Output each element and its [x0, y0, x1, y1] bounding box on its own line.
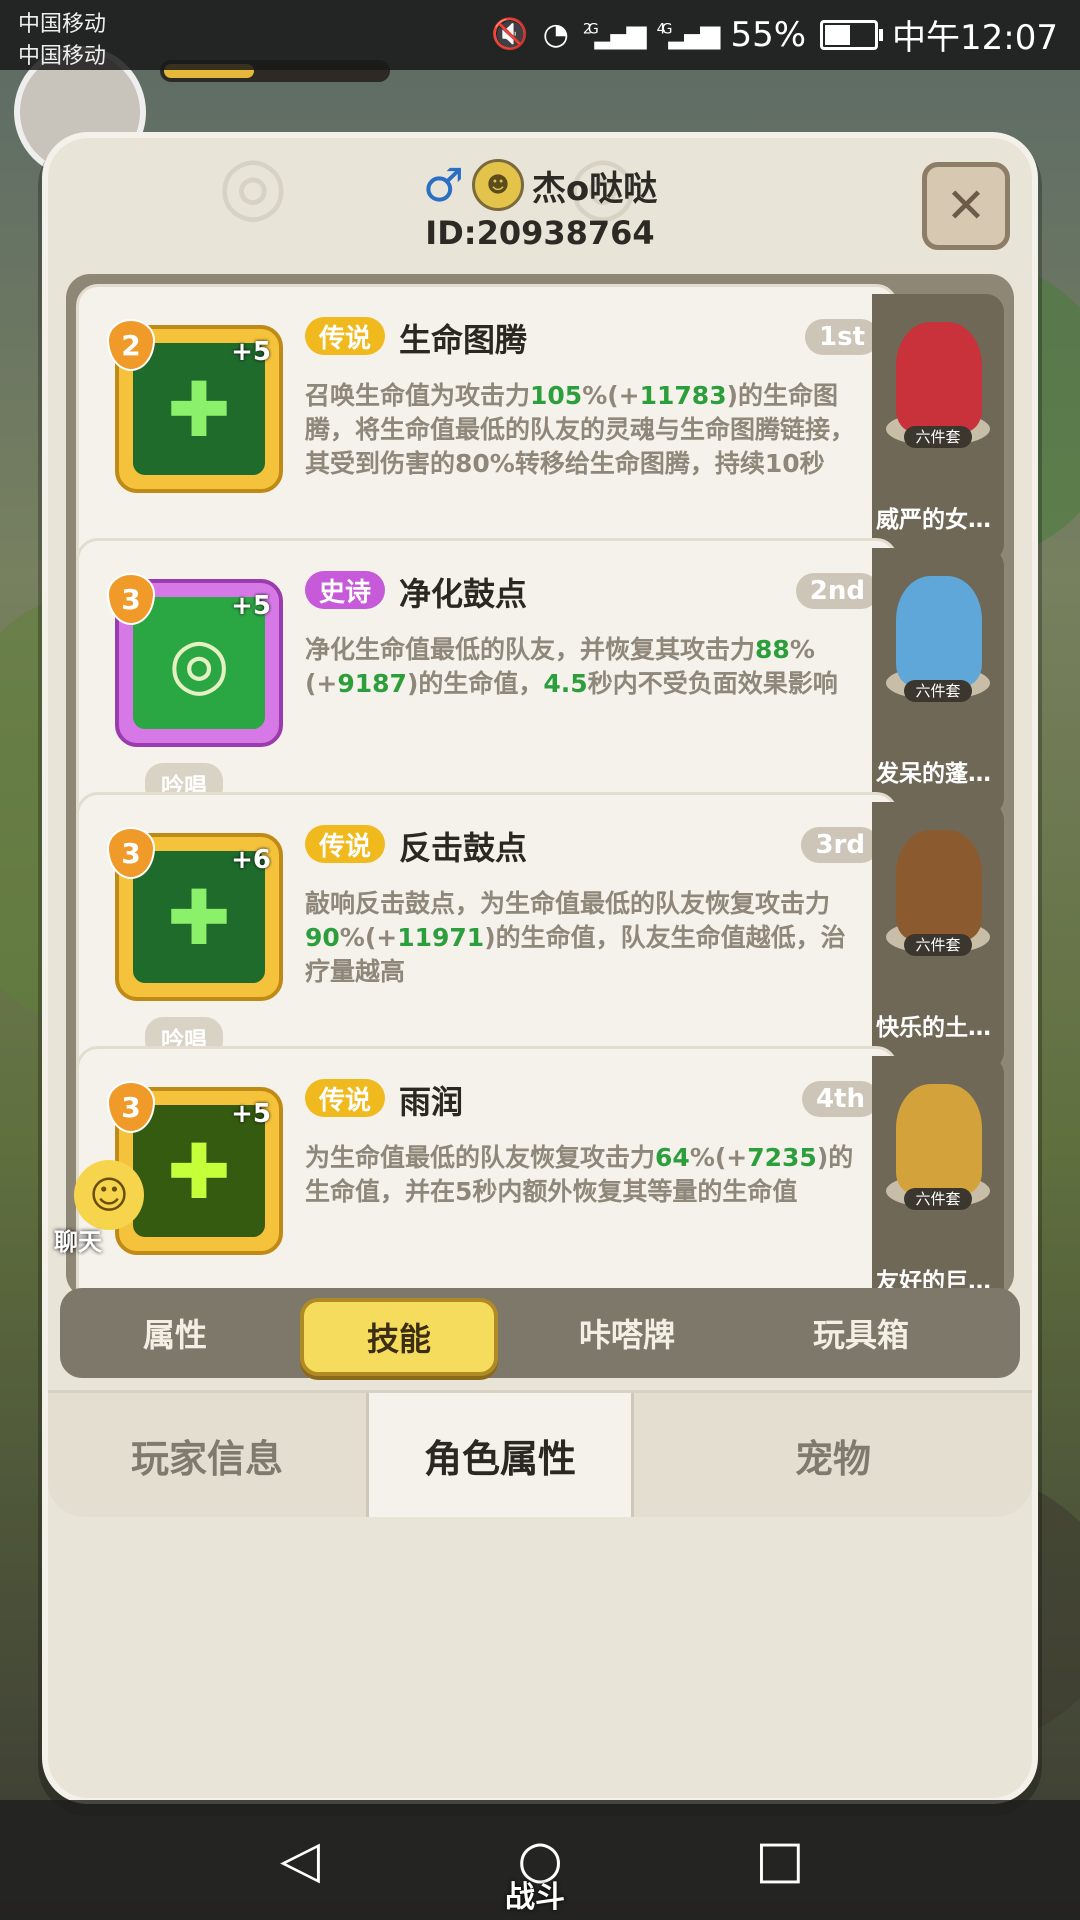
skill-number: 9187	[337, 669, 407, 698]
skill-text: %(+	[582, 381, 640, 410]
player-profile-dialog: ◎ ◎ ♂ ☻ 杰o哒哒 ID:20938764 ✕ ✚ 2 +5 传说 生命图…	[48, 138, 1032, 1798]
status-bar: 中国移动 中国移动 🔇 ◔ 2G▂▄▆ 4G▂▄▆ 55% 中午12:07	[0, 0, 1080, 70]
skill-list[interactable]: ✚ 2 +5 传说 生命图腾 1st 召唤生命值为攻击力105%(+11783)…	[66, 274, 1014, 1340]
skill-description: 召唤生命值为攻击力105%(+11783)的生命图腾，将生命值最低的队友的灵魂与…	[305, 379, 865, 481]
bottom-tab-bar: 玩家信息 角色属性 宠物	[48, 1390, 1032, 1517]
wifi-icon: ◔	[542, 17, 569, 52]
skill-title: 生命图腾	[399, 321, 528, 359]
pet-figure-icon	[896, 322, 982, 432]
signal-4g-icon: 4G▂▄▆	[656, 19, 721, 50]
skill-title: 反击鼓点	[399, 829, 528, 867]
rarity-badge: 传说	[305, 317, 386, 355]
skill-number: 105	[530, 381, 583, 410]
skill-number: 11783	[639, 381, 727, 410]
pet-slot[interactable]: 六件套 友好的巨…	[872, 1056, 1004, 1324]
pet-set-tag: 六件套	[904, 934, 972, 956]
skill-icon[interactable]: ✚ 3 +6	[107, 827, 283, 1001]
skill-plus-level: +5	[231, 337, 271, 367]
skill-order-badge: 3rd	[801, 827, 879, 863]
skill-card[interactable]: ✚ 3 +6 传说 反击鼓点 3rd 敲响反击鼓点，为生命值最低的队友恢复攻击力…	[76, 792, 898, 1086]
tab-divider	[366, 1393, 369, 1517]
skill-description: 净化生命值最低的队友，并恢复其攻击力88%(+9187)的生命值，4.5秒内不受…	[305, 633, 865, 701]
pet-slot[interactable]: 六件套 快乐的土…	[872, 802, 1004, 1070]
skill-description: 敲响反击鼓点，为生命值最低的队友恢复攻击力90%(+11971)的生命值，队友生…	[305, 887, 865, 989]
recents-icon[interactable]: □	[750, 1830, 810, 1890]
close-icon: ✕	[945, 178, 987, 234]
pet-figure-icon	[896, 1084, 982, 1194]
skill-plus-level: +6	[231, 845, 271, 875]
player-name: 杰o哒哒	[531, 168, 658, 209]
skill-number: 7235	[747, 1143, 817, 1172]
rank-badge-icon: ☻	[471, 159, 524, 211]
skill-text: %(+	[339, 923, 398, 952]
pet-set-tag: 六件套	[904, 680, 972, 702]
skill-icon[interactable]: ◎ 3 +5	[107, 573, 283, 747]
rarity-badge: 传说	[305, 825, 386, 863]
chat-button[interactable]: ☺ 聊天	[34, 1160, 154, 1260]
battery-icon	[820, 19, 884, 50]
skill-text: )的生命值，	[406, 669, 544, 698]
signal-2g-icon: 2G▂▄▆	[582, 19, 647, 50]
skill-text: 召唤生命值为攻击力	[305, 381, 531, 410]
carrier-2: 中国移动	[18, 44, 107, 69]
player-id: ID:20938764	[425, 214, 655, 252]
skill-card[interactable]: ✚ 2 +5 传说 生命图腾 1st 召唤生命值为攻击力105%(+11783)…	[76, 284, 898, 578]
pet-slot[interactable]: 六件套 发呆的蓬…	[872, 548, 1004, 816]
battery-percent: 55%	[730, 14, 807, 55]
chat-face-icon: ☺	[74, 1160, 144, 1230]
chat-label: 聊天	[54, 1228, 102, 1256]
bottom-tab[interactable]: 玩家信息	[48, 1393, 366, 1517]
skill-order-badge: 4th	[801, 1081, 879, 1117]
skill-description: 为生命值最低的队友恢复攻击力64%(+7235)的生命值，并在5秒内额外恢复其等…	[305, 1141, 865, 1209]
clock: 中午12:07	[892, 18, 1058, 58]
sub-tab[interactable]: 玩具箱	[766, 1298, 956, 1368]
pet-figure-icon	[896, 576, 982, 686]
skill-card[interactable]: ◎ 3 +5 史诗 净化鼓点 2nd 净化生命值最低的队友，并恢复其攻击力88%…	[76, 538, 898, 832]
skill-title: 净化鼓点	[399, 575, 528, 613]
close-button[interactable]: ✕	[922, 162, 1010, 250]
rarity-badge: 史诗	[305, 571, 386, 609]
battle-label[interactable]: 战斗	[505, 1872, 565, 1916]
skill-text: 秒内不受负面效果影响	[587, 669, 838, 698]
sub-tab[interactable]: 技能	[300, 1298, 498, 1376]
pet-slot[interactable]: 六件套 威严的女…	[872, 294, 1004, 562]
skill-title: 雨润	[399, 1083, 464, 1121]
bottom-tab[interactable]: 角色属性	[369, 1393, 631, 1517]
sub-tab[interactable]: 属性	[80, 1298, 270, 1368]
male-icon: ♂	[422, 158, 464, 212]
rarity-badge: 传说	[305, 1079, 386, 1117]
pet-name: 快乐的土…	[876, 1015, 991, 1041]
skill-text: 敲响反击鼓点，为生命值最低的队友恢复攻击力	[305, 889, 831, 918]
pet-name: 发呆的蓬…	[876, 761, 991, 787]
sub-tab[interactable]: 咔嗒牌	[532, 1298, 722, 1368]
skill-icon[interactable]: ✚ 2 +5	[107, 319, 283, 493]
skill-text: 为生命值最低的队友恢复攻击力	[305, 1143, 656, 1172]
pet-figure-icon	[896, 830, 982, 940]
skill-order-badge: 1st	[805, 319, 879, 355]
carrier-1: 中国移动	[18, 12, 107, 37]
skill-number: 11971	[397, 923, 485, 952]
skill-number: 64	[655, 1143, 690, 1172]
skill-number: 88	[755, 635, 790, 664]
back-icon[interactable]: ◁	[270, 1830, 330, 1890]
pet-set-tag: 六件套	[904, 426, 972, 448]
tab-divider	[631, 1393, 634, 1517]
skill-plus-level: +5	[231, 591, 271, 621]
mute-icon: 🔇	[491, 17, 529, 52]
bottom-tab[interactable]: 宠物	[634, 1393, 1032, 1517]
skill-text: 净化生命值最低的队友，并恢复其攻击力	[305, 635, 756, 664]
skill-order-badge: 2nd	[795, 573, 879, 609]
skill-text: %(+	[689, 1143, 748, 1172]
player-header: ♂ ☻ 杰o哒哒 ID:20938764	[48, 158, 1032, 252]
sub-tab-bar: 属性 技能 咔嗒牌 玩具箱	[60, 1288, 1020, 1378]
skill-number: 4.5	[543, 669, 588, 698]
skill-plus-level: +5	[231, 1099, 271, 1129]
pet-set-tag: 六件套	[904, 1188, 972, 1210]
skill-number: 90	[305, 923, 340, 952]
pet-name: 威严的女…	[876, 507, 991, 533]
